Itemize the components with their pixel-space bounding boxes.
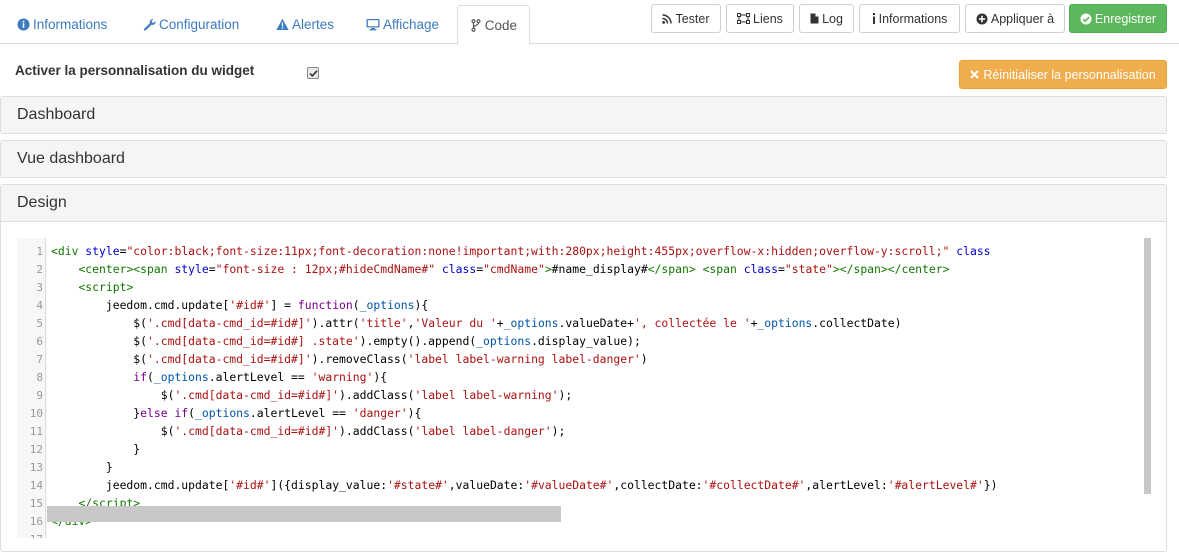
line-number: 1 [36, 245, 43, 258]
code-line: <center><span style="font-size : 12px;#h… [78, 262, 950, 276]
code-line: }else if(_options.alertLevel == 'danger'… [51, 406, 422, 420]
line-number: 13 [29, 461, 43, 474]
code-line: jeedom.cmd.update['#id#'] = function(_op… [51, 298, 429, 312]
tab-code[interactable]: Code [457, 5, 530, 45]
monitor-icon [366, 18, 380, 32]
line-gutter: 1 2 3 4 5 6 7 8 9 10 11 12 13 14 15 16 1… [17, 238, 46, 538]
panel-dashboard-header[interactable]: Dashboard [1, 97, 1166, 134]
plus-circle-icon [976, 13, 988, 25]
line-number: 4 [36, 299, 43, 312]
liens-button[interactable]: Liens [726, 4, 794, 33]
tab-affichage[interactable]: Affichage [354, 5, 451, 44]
line-number: 6 [36, 335, 43, 348]
line-number: 2 [36, 263, 43, 276]
code-line: if(_options.alertLevel == 'warning'){ [133, 370, 388, 384]
line-number: 3 [36, 281, 43, 294]
tester-label: Tester [675, 11, 710, 26]
code-line: $('.cmd[data-cmd_id=#id#]').addClass('la… [51, 388, 573, 402]
line-number: 10 [29, 407, 43, 420]
code-line: $('.cmd[data-cmd_id=#id#] .state').empty… [51, 334, 641, 348]
personnalisation-checkbox[interactable] [307, 67, 319, 79]
liens-label: Liens [753, 11, 783, 26]
sitemap-icon [737, 13, 751, 24]
appliquer-button[interactable]: Appliquer à [965, 4, 1065, 33]
line-number: 15 [29, 497, 43, 510]
line-number: 17 [17, 533, 43, 538]
tab-alertes[interactable]: Alertes [263, 5, 346, 44]
vertical-scrollbar[interactable] [1144, 238, 1151, 494]
panel-design-header[interactable]: Design [1, 185, 1166, 222]
line-number: 9 [36, 389, 43, 402]
line-number: 7 [36, 353, 43, 366]
personnalisation-label: Activer la personnalisation du widget [15, 63, 255, 78]
panel-vue-dashboard-header[interactable]: Vue dashboard [1, 141, 1166, 178]
reset-label: Réinitialiser la personnalisation [983, 67, 1156, 82]
log-button[interactable]: Log [799, 4, 854, 33]
code-line: <script> [78, 280, 134, 294]
line-number: 5 [36, 317, 43, 330]
enregistrer-label: Enregistrer [1094, 11, 1157, 26]
panel-design: Design 1 2 3 4 5 6 7 8 9 10 11 12 13 14 … [0, 184, 1167, 552]
warning-icon [275, 18, 289, 32]
tab-label: Affichage [383, 17, 440, 32]
code-editor[interactable]: 1 2 3 4 5 6 7 8 9 10 11 12 13 14 15 16 1… [17, 238, 1151, 538]
code-area[interactable]: <div style="color:black;font-size:11px;f… [47, 238, 1151, 538]
enregistrer-button[interactable]: Enregistrer [1069, 4, 1167, 33]
tab-label: Informations [33, 17, 108, 32]
line-number: 8 [36, 371, 43, 384]
times-icon [970, 70, 980, 79]
tab-label: Configuration [159, 17, 240, 32]
check-circle-icon [1080, 13, 1092, 25]
tab-label: Code [484, 17, 517, 33]
panel-vue-dashboard: Vue dashboard [0, 140, 1167, 178]
file-icon [810, 13, 819, 24]
informations-button[interactable]: Informations [859, 4, 960, 33]
code-fork-icon [470, 18, 482, 32]
line-number: 16 [29, 515, 43, 528]
appliquer-label: Appliquer à [990, 11, 1055, 26]
line-number: 14 [29, 479, 43, 492]
code-line: <div style="color:black;font-size:11px;f… [51, 244, 991, 258]
code-line: $('.cmd[data-cmd_id=#id#]').addClass('la… [51, 424, 566, 438]
info-icon [872, 13, 876, 24]
informations-label: Informations [878, 11, 948, 26]
code-line: } [51, 442, 141, 456]
tab-label: Alertes [292, 17, 335, 32]
code-line: $('.cmd[data-cmd_id=#id#]').removeClass(… [51, 352, 648, 366]
info-circle-icon [16, 18, 30, 32]
rss-icon [662, 13, 673, 24]
code-line: jeedom.cmd.update['#id#']({display_value… [51, 478, 998, 492]
panel-dashboard: Dashboard [0, 96, 1167, 134]
tester-button[interactable]: Tester [651, 4, 721, 33]
wrench-icon [142, 18, 156, 32]
line-number: 12 [29, 443, 43, 456]
code-line: } [51, 460, 113, 474]
tab-configuration[interactable]: Configuration [130, 5, 251, 44]
log-label: Log [822, 11, 843, 26]
line-number: 11 [29, 425, 43, 438]
check-icon [308, 69, 318, 77]
horizontal-scrollbar[interactable] [47, 506, 561, 522]
reset-personnalisation-button[interactable]: Réinitialiser la personnalisation [959, 60, 1167, 89]
tab-informations[interactable]: Informations [4, 5, 119, 44]
code-line: $('.cmd[data-cmd_id=#id#]').attr('title'… [51, 316, 902, 330]
